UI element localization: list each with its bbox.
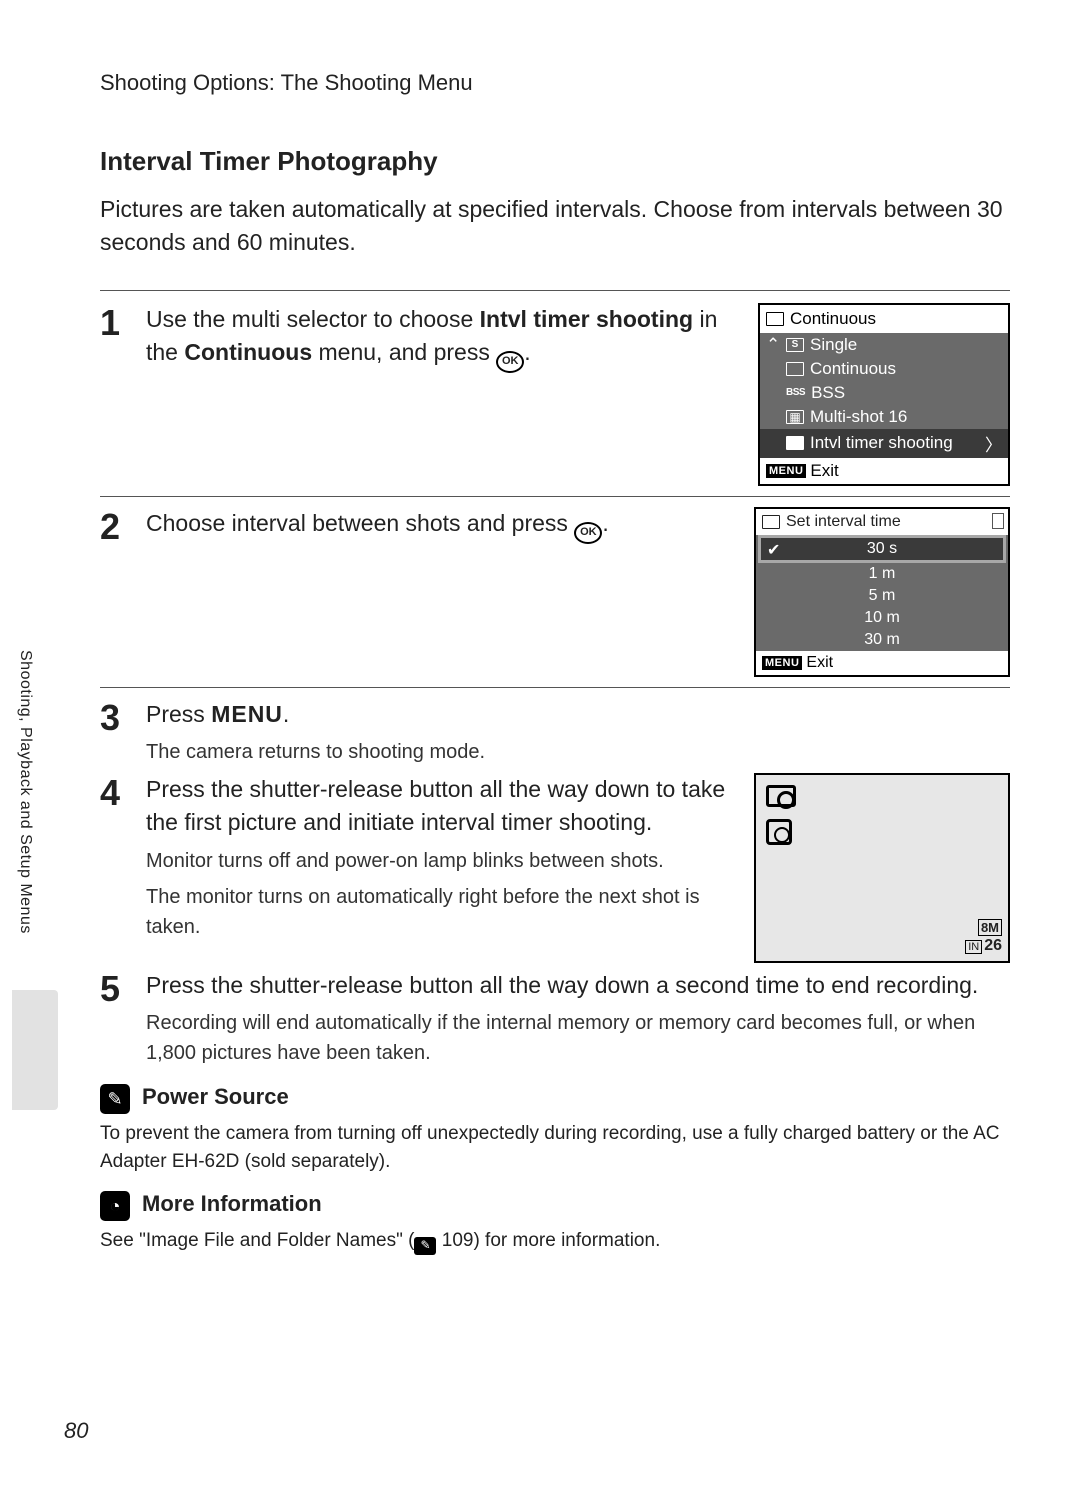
note-more-body: See "Image File and Folder Names" (✎ 109…: [100, 1227, 1010, 1255]
pencil-icon: ✎: [100, 1084, 130, 1114]
interval-icon: [786, 436, 804, 450]
interval-option: 10 m: [864, 609, 900, 627]
step-1-text: Use the multi selector to choose Intvl t…: [146, 303, 738, 373]
step-number: 5: [100, 969, 146, 1007]
step-4-sub2: The monitor turns on automatically right…: [146, 882, 734, 942]
divider: [100, 290, 1010, 291]
lcd-continuous-menu: Continuous ⌃ Single Continuous BSS BSS ▦ Mu…: [758, 303, 1010, 486]
menu-item: Single: [810, 335, 857, 355]
step-5: 5 Press the shutter-release button all t…: [100, 969, 1010, 1068]
ok-icon: OK: [496, 351, 524, 373]
memory-icon: [992, 513, 1004, 529]
lcd-preview: 8M IN26: [754, 773, 1010, 963]
interval-timer-icon: [766, 819, 792, 845]
side-label: Shooting, Playback and Setup Menus: [16, 650, 34, 934]
interval-option-selected: 30 s: [867, 540, 897, 558]
interval-option: 30 m: [864, 631, 900, 649]
multishot-icon: ▦: [786, 410, 804, 424]
divider: [100, 687, 1010, 688]
shots-remaining: 26: [984, 937, 1002, 954]
lcd-interval-menu: Set interval time ✔ 30 s 1 m 5 m 10 m 30 …: [754, 507, 1010, 677]
page-reference-icon: ✎: [414, 1237, 436, 1255]
interval-option: 1 m: [869, 565, 896, 583]
interval-option: 5 m: [869, 587, 896, 605]
menu-item-selected: Intvl timer shooting: [810, 433, 953, 453]
note-more-info: ◔ More Information: [100, 1191, 1010, 1221]
image-size-label: 8M: [978, 919, 1002, 936]
step-3-text: Press MENU.: [146, 698, 1010, 731]
step-number: 3: [100, 698, 146, 736]
menu-badge: MENU: [762, 656, 802, 670]
ok-icon: OK: [574, 522, 602, 544]
step-2-text: Choose interval between shots and press …: [146, 507, 609, 544]
step-4-text: Press the shutter-release button all the…: [146, 773, 734, 840]
step-1: 1 Use the multi selector to choose Intvl…: [100, 303, 1010, 486]
note-title: Power Source: [142, 1084, 289, 1110]
step-number: 4: [100, 773, 146, 811]
continuous-icon: [762, 515, 780, 529]
step-5-sub: Recording will end automatically if the …: [146, 1008, 1010, 1068]
lcd-title: Continuous: [790, 309, 876, 329]
step-number: 2: [100, 507, 146, 545]
step-3: 3 Press MENU. The camera returns to shoo…: [100, 698, 1010, 767]
page-title: Interval Timer Photography: [100, 146, 1010, 177]
intro-text: Pictures are taken automatically at spec…: [100, 193, 1010, 260]
memory-in-label: IN: [965, 940, 982, 954]
chevron-right-icon: 〉: [985, 431, 1002, 456]
exit-label: Exit: [806, 654, 833, 672]
step-number: 1: [100, 303, 146, 341]
step-2: 2 Choose interval between shots and pres…: [100, 507, 1010, 677]
menu-item: BSS: [811, 383, 845, 403]
divider: [100, 496, 1010, 497]
menu-item: Continuous: [810, 359, 896, 379]
page-number: 80: [64, 1418, 88, 1444]
camera-icon: [766, 785, 796, 807]
note-title: More Information: [142, 1191, 322, 1217]
up-arrow-icon: ⌃: [766, 335, 780, 355]
continuous-icon: [766, 312, 784, 326]
exit-label: Exit: [810, 461, 838, 481]
single-icon: [786, 338, 804, 352]
info-icon: ◔: [100, 1191, 130, 1221]
check-icon: ✔: [767, 540, 780, 560]
step-4: 4 Press the shutter-release button all t…: [100, 773, 1010, 963]
bss-icon: BSS: [786, 387, 805, 398]
menu-badge: MENU: [766, 464, 806, 478]
step-4-sub1: Monitor turns off and power-on lamp blin…: [146, 846, 734, 876]
step-5-text: Press the shutter-release button all the…: [146, 969, 1010, 1002]
menu-item: Multi-shot 16: [810, 407, 907, 427]
side-tab: Shooting, Playback and Setup Menus: [10, 650, 40, 1110]
note-power: ✎ Power Source: [100, 1084, 1010, 1114]
continuous-item-icon: [786, 362, 804, 376]
lcd-title: Set interval time: [786, 513, 901, 531]
step-3-sub: The camera returns to shooting mode.: [146, 737, 1010, 767]
page-header: Shooting Options: The Shooting Menu: [100, 70, 1010, 96]
note-power-body: To prevent the camera from turning off u…: [100, 1120, 1010, 1175]
